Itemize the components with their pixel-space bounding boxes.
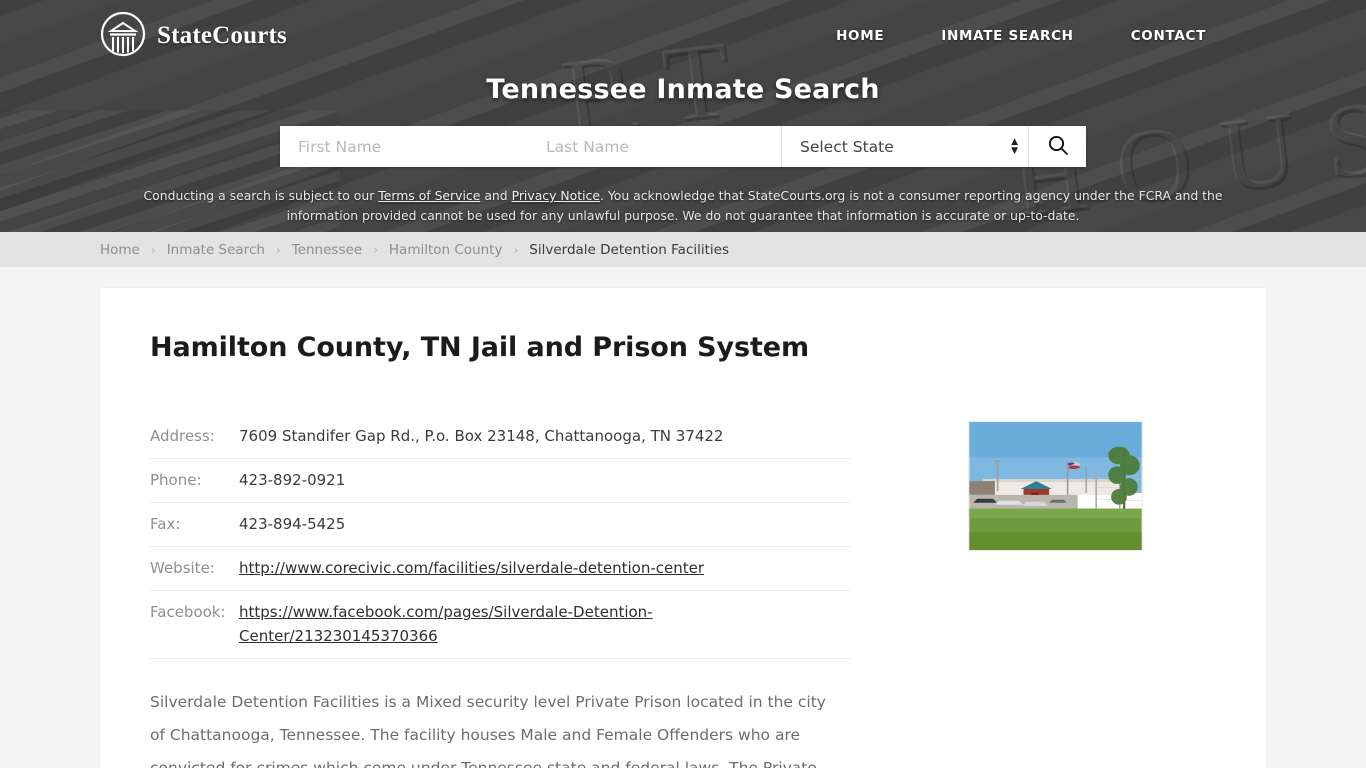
breadcrumb: Home › Inmate Search › Tennessee › Hamil… [0, 232, 1366, 267]
breadcrumb-separator: › [373, 242, 378, 257]
breadcrumb-item-inmate-search[interactable]: Inmate Search [167, 242, 265, 258]
main-navigation: HOME INMATE SEARCH CONTACT [836, 28, 1206, 44]
top-bar: StateCourts HOME INMATE SEARCH CONTACT [0, 0, 1366, 72]
privacy-notice-link[interactable]: Privacy Notice [512, 188, 600, 203]
facebook-link[interactable]: https://www.facebook.com/pages/Silverdal… [239, 603, 653, 645]
breadcrumb-item-hamilton-county[interactable]: Hamilton County [389, 242, 503, 258]
table-row: Facebook: https://www.facebook.com/pages… [150, 591, 850, 659]
chevron-up-down-icon: ▲ ▼ [1011, 137, 1018, 156]
breadcrumb-separator: › [275, 242, 281, 257]
hero-title: Tennessee Inmate Search [486, 74, 880, 105]
disclaimer-part-2: and [480, 188, 512, 203]
facility-photo [968, 421, 1143, 551]
info-value-address: 7609 Standifer Gap Rd., P.o. Box 23148, … [239, 427, 724, 445]
info-label-fax: Fax: [150, 515, 181, 533]
facility-details: Address: 7609 Standifer Gap Rd., P.o. Bo… [150, 415, 850, 768]
inmate-search-bar: Select State ▲▼ [280, 126, 1086, 167]
info-label-facebook: Facebook: [150, 603, 226, 621]
content-card: Hamilton County, TN Jail and Prison Syst… [100, 288, 1266, 768]
nav-item-contact[interactable]: CONTACT [1131, 28, 1206, 44]
terms-of-service-link[interactable]: Terms of Service [378, 188, 480, 203]
table-row: Phone: 423-892-0921 [150, 459, 850, 503]
search-icon [1047, 134, 1069, 159]
state-select[interactable]: Select State ▲ ▼ [781, 126, 1028, 167]
description-part-1: Silverdale Detention Facilities is a Mix… [150, 693, 826, 768]
info-value-website: http://www.corecivic.com/facilities/silv… [239, 547, 850, 591]
facility-info-table: Address: 7609 Standifer Gap Rd., P.o. Bo… [150, 415, 850, 659]
breadcrumb-separator: › [513, 242, 519, 257]
disclaimer-part-1: Conducting a search is subject to our [143, 188, 379, 203]
last-name-input[interactable] [528, 126, 781, 167]
nav-item-inmate-search[interactable]: INMATE SEARCH [941, 28, 1073, 44]
table-row: Website: http://www.corecivic.com/facili… [150, 547, 850, 591]
info-label-phone: Phone: [150, 471, 202, 489]
search-disclaimer: Conducting a search is subject to our Te… [130, 186, 1236, 226]
info-label-website: Website: [150, 559, 215, 577]
table-row: Fax: 423-894-5425 [150, 503, 850, 547]
courthouse-circle-icon [100, 11, 146, 61]
brand-logo-link[interactable]: StateCourts [100, 11, 287, 61]
search-submit-button[interactable] [1028, 126, 1086, 167]
site-header-hero: RT HOUSE StateCourts [0, 0, 1366, 232]
info-value-facebook: https://www.facebook.com/pages/Silverdal… [239, 591, 850, 659]
breadcrumb-separator: › [150, 242, 156, 257]
table-row: Address: 7609 Standifer Gap Rd., P.o. Bo… [150, 415, 850, 459]
facility-description: Silverdale Detention Facilities is a Mix… [150, 686, 840, 768]
breadcrumb-item-current: Silverdale Detention Facilities [529, 241, 730, 258]
facility-photo-container [968, 421, 1143, 551]
info-value-fax: 423-894-5425 [239, 515, 346, 533]
brand-name: StateCourts [157, 22, 287, 49]
page-body: Hamilton County, TN Jail and Prison Syst… [0, 267, 1366, 768]
info-value-phone: 423-892-0921 [239, 471, 346, 489]
info-label-address: Address: [150, 427, 215, 445]
page-title: Hamilton County, TN Jail and Prison Syst… [150, 332, 810, 363]
nav-item-home[interactable]: HOME [836, 28, 884, 44]
first-name-input[interactable] [280, 126, 528, 167]
state-select-value: Select State [800, 137, 894, 156]
breadcrumb-item-tennessee[interactable]: Tennessee [292, 242, 362, 258]
website-link[interactable]: http://www.corecivic.com/facilities/silv… [239, 559, 704, 577]
breadcrumb-item-home[interactable]: Home [100, 242, 140, 258]
